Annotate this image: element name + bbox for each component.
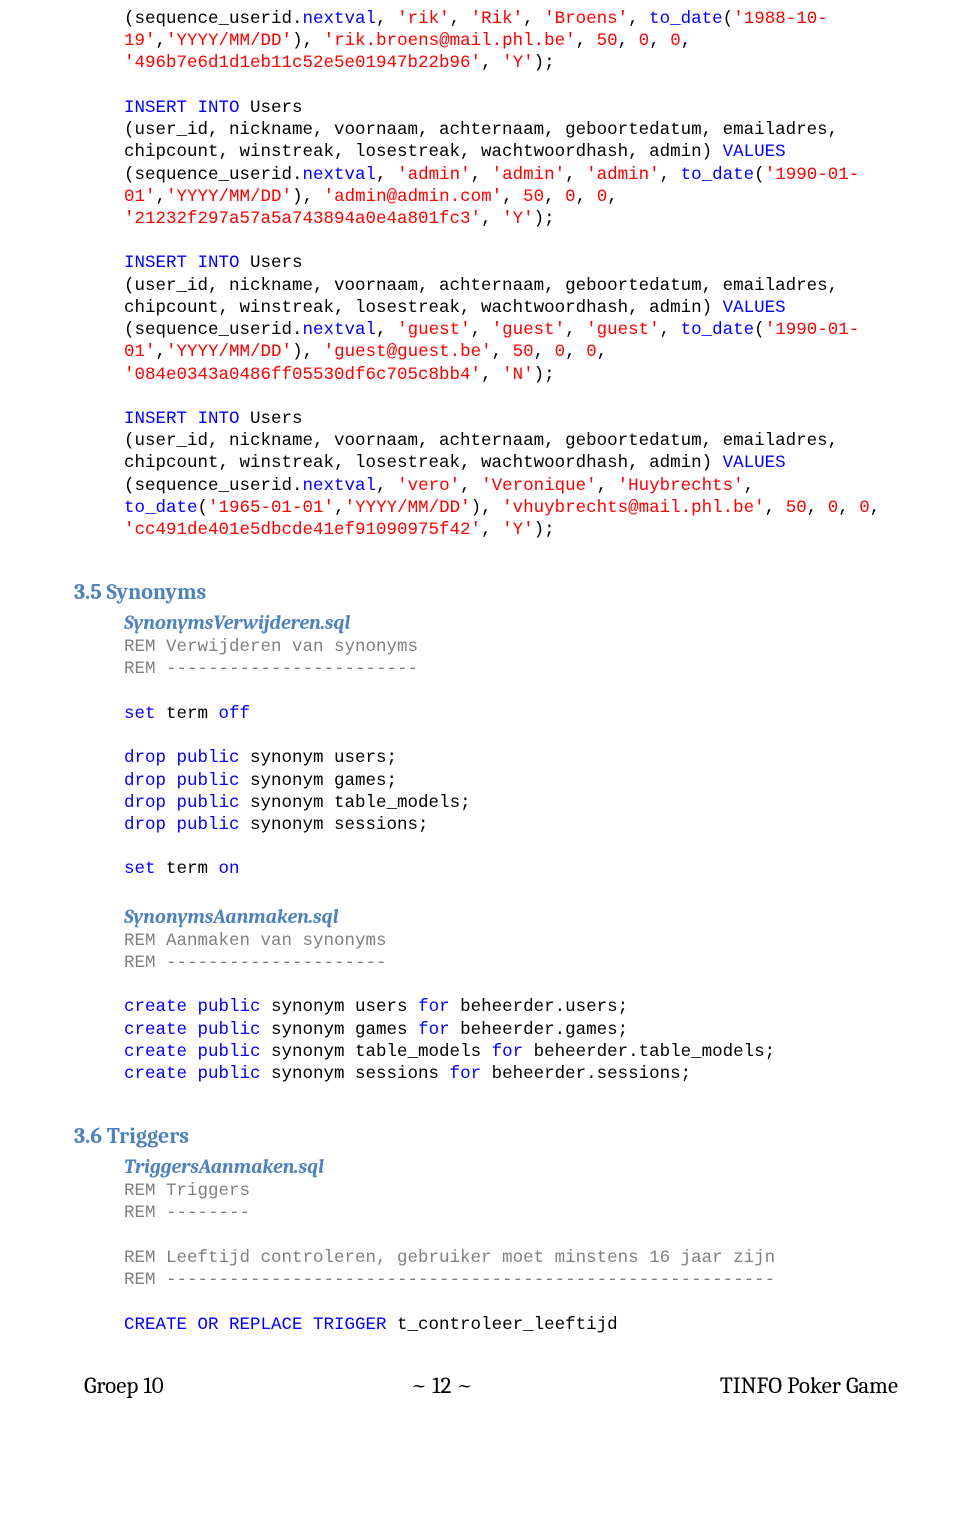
footer-right: TINFO Poker Game xyxy=(720,1372,898,1399)
code-block-4: REM Triggers REM -------- REM Leeftijd c… xyxy=(124,1180,892,1336)
file-heading-triggers-aanmaken: TriggersAanmaken.sql xyxy=(124,1155,892,1178)
file-heading-synonyms-verwijderen: SynonymsVerwijderen.sql xyxy=(124,611,892,634)
footer-mid: ~ 12 ~ xyxy=(411,1372,473,1399)
page-footer: Groep 10 ~ 12 ~ TINFO Poker Game xyxy=(0,1358,960,1409)
heading-3-6-triggers: 3.6 Triggers xyxy=(74,1123,892,1149)
footer-left: Groep 10 xyxy=(84,1372,164,1399)
code-block-2: REM Verwijderen van synonyms REM -------… xyxy=(124,636,892,880)
file-heading-synonyms-aanmaken: SynonymsAanmaken.sql xyxy=(124,905,892,928)
code-block-1: (sequence_userid.nextval, 'rik', 'Rik', … xyxy=(124,8,892,541)
code-block-3: REM Aanmaken van synonyms REM ----------… xyxy=(124,930,892,1086)
heading-3-5-synonyms: 3.5 Synonyms xyxy=(74,579,892,605)
